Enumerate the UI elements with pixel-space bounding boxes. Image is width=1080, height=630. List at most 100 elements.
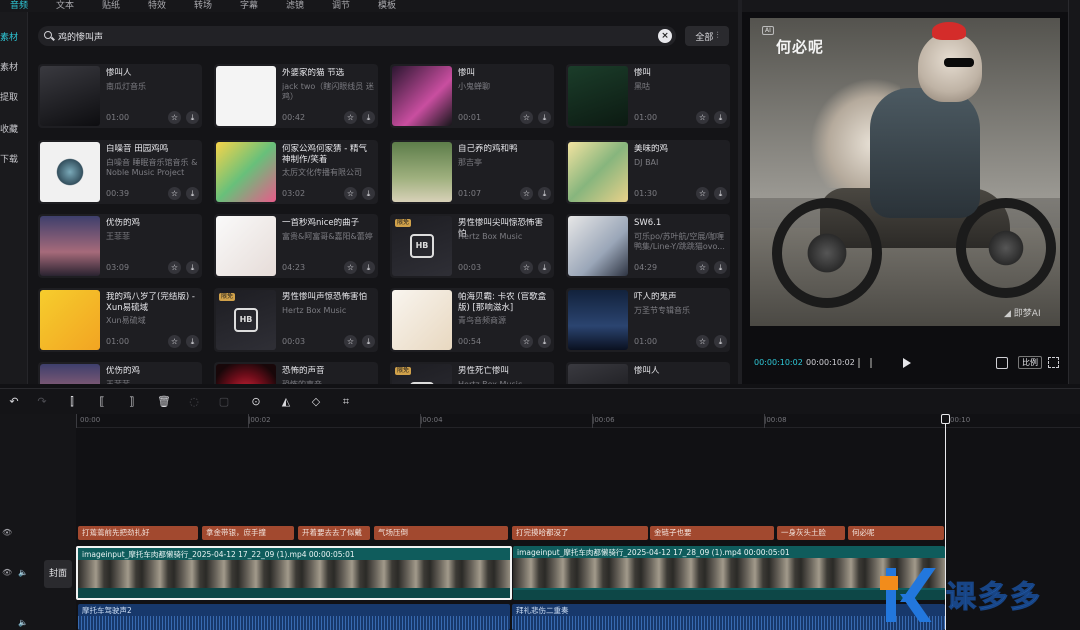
tab-adjust[interactable]: 调节: [330, 0, 376, 12]
freeze-icon[interactable]: ▢: [216, 394, 232, 410]
audio-card[interactable]: HB限免男性死亡惨叫Hertz Box Music☆⤓: [390, 362, 554, 384]
tab-stickers[interactable]: 贴纸: [100, 0, 146, 12]
favorite-star-icon[interactable]: ☆: [520, 335, 533, 348]
split-icon[interactable]: ⫿: [64, 394, 80, 410]
text-clip[interactable]: 打蔫蔫前先把劲扎好: [78, 526, 198, 540]
side-nav-item-material-2[interactable]: 素材: [0, 60, 28, 73]
download-icon[interactable]: ⤓: [538, 187, 551, 200]
text-clip[interactable]: 开着要去去了似戴: [298, 526, 370, 540]
side-nav-item-extract[interactable]: 提取: [0, 90, 28, 103]
audio-card[interactable]: HB 限免 男性惨叫声惊恐怖害怕 Hertz Box Music 00:03 ☆ ⤓: [214, 288, 378, 352]
audio-card[interactable]: 自己养的鸡和鸭 那吉亭 01:07 ☆ ⤓: [390, 140, 554, 204]
video-track-audio-icon[interactable]: 🔈: [18, 568, 28, 577]
favorite-star-icon[interactable]: ☆: [520, 187, 533, 200]
reverse-icon[interactable]: ⊙: [248, 394, 264, 410]
text-clip[interactable]: 金链子也要: [650, 526, 774, 540]
download-icon[interactable]: ⤓: [538, 111, 551, 124]
video-clip-1[interactable]: imageinput_摩托车肉都懒骑行_2025-04-12 17_22_09 …: [76, 546, 512, 600]
favorite-star-icon[interactable]: ☆: [696, 261, 709, 274]
favorite-star-icon[interactable]: ☆: [168, 187, 181, 200]
filter-button[interactable]: 全部 ⫶: [685, 26, 729, 46]
download-icon[interactable]: ⤓: [538, 261, 551, 274]
audio-card[interactable]: 我的鸡八岁了(完结版) - Xun易硫域 Xun易硫域 01:00 ☆ ⤓: [38, 288, 202, 352]
play-icon[interactable]: [903, 358, 911, 368]
download-icon[interactable]: ⤓: [714, 187, 727, 200]
audio-card[interactable]: 何家公鸡何家猜 - 精气神制作/笑着 太厉文化传播有限公司 03:02 ☆ ⤓: [214, 140, 378, 204]
fullscreen-icon[interactable]: [1048, 357, 1059, 368]
grid-icon[interactable]: [858, 358, 872, 368]
rotate-icon[interactable]: ◇: [308, 394, 324, 410]
download-icon[interactable]: ⤓: [362, 111, 375, 124]
text-clip[interactable]: 打完摸哈都没了: [512, 526, 648, 540]
cover-button[interactable]: 封面: [44, 560, 72, 588]
clear-icon[interactable]: ×: [658, 29, 672, 43]
download-icon[interactable]: ⤓: [186, 261, 199, 274]
redo-icon[interactable]: ↷: [34, 394, 50, 410]
marker-icon[interactable]: ◌: [186, 394, 202, 410]
tab-filters[interactable]: 滤镜: [284, 0, 330, 12]
playhead-handle[interactable]: [941, 414, 950, 424]
preview-video-frame[interactable]: AI 何必呢 ◢ 即梦AI: [750, 18, 1060, 326]
favorite-star-icon[interactable]: ☆: [168, 335, 181, 348]
download-icon[interactable]: ⤓: [714, 261, 727, 274]
text-clip[interactable]: 拿金带银，庶手撞: [202, 526, 294, 540]
favorite-star-icon[interactable]: ☆: [344, 261, 357, 274]
audio-track-audio-icon[interactable]: 🔈: [18, 618, 28, 627]
tab-transitions[interactable]: 转场: [192, 0, 238, 12]
audio-card[interactable]: 一首秒鸡nice的曲子 富贵&阿富哥&嘉阳&蕾婷 04:23 ☆ ⤓: [214, 214, 378, 278]
side-nav-item-favorites[interactable]: 收藏: [0, 122, 28, 135]
audio-card[interactable]: 吓人的鬼声 万圣节专辑音乐 01:00 ☆ ⤓: [566, 288, 730, 352]
favorite-star-icon[interactable]: ☆: [168, 111, 181, 124]
audio-card[interactable]: 外婆家的猫 节选 jack two（瞎闪眼线员 迷鸡） 00:42 ☆ ⤓: [214, 64, 378, 128]
audio-card[interactable]: 惨叫 小鬼蝉聊 00:01 ☆ ⤓: [390, 64, 554, 128]
audio-card[interactable]: 惨叫人 南瓜灯音乐 01:00 ☆ ⤓: [38, 64, 202, 128]
audio-card[interactable]: 惨叫人☆⤓: [566, 362, 730, 384]
audio-card[interactable]: 美味的鸡 DJ BAI 01:30 ☆ ⤓: [566, 140, 730, 204]
tab-effects[interactable]: 特效: [146, 0, 192, 12]
audio-clip-1[interactable]: 摩托车驾驶声2: [78, 604, 510, 630]
download-icon[interactable]: ⤓: [362, 335, 375, 348]
mirror-icon[interactable]: ◭: [278, 394, 294, 410]
tab-subtitles[interactable]: 字幕: [238, 0, 284, 12]
fit-screen-icon[interactable]: [996, 357, 1008, 369]
audio-card[interactable]: 优伤的鸡 王菲菲 03:09 ☆ ⤓: [38, 214, 202, 278]
delete-icon[interactable]: 🗑: [156, 394, 172, 410]
favorite-star-icon[interactable]: ☆: [344, 187, 357, 200]
undo-icon[interactable]: ↶: [6, 394, 22, 410]
audio-card[interactable]: HB 限免 男性惨叫尖叫惊恐怖害怕 Hertz Box Music 00:03 ☆ ⤓: [390, 214, 554, 278]
ratio-button[interactable]: 比例: [1018, 356, 1042, 369]
favorite-star-icon[interactable]: ☆: [520, 111, 533, 124]
download-icon[interactable]: ⤓: [186, 187, 199, 200]
download-icon[interactable]: ⤓: [714, 111, 727, 124]
audio-card[interactable]: 优伤的鸡王菲菲☆⤓: [38, 362, 202, 384]
video-track-eye-icon[interactable]: 👁: [2, 568, 12, 577]
text-clip[interactable]: 何必呢: [848, 526, 944, 540]
download-icon[interactable]: ⤓: [186, 111, 199, 124]
favorite-star-icon[interactable]: ☆: [696, 111, 709, 124]
favorite-star-icon[interactable]: ☆: [696, 187, 709, 200]
search-input[interactable]: [58, 31, 658, 41]
download-icon[interactable]: ⤓: [714, 335, 727, 348]
tab-text[interactable]: 文本: [54, 0, 100, 12]
audio-card[interactable]: 惨叫 黑咕 01:00 ☆ ⤓: [566, 64, 730, 128]
side-nav-item-downloads[interactable]: 下载: [0, 152, 28, 165]
crop-icon[interactable]: ⌗: [338, 394, 354, 410]
audio-card[interactable]: 帕海贝霸: 卡农 (官歌盒版) [那响滋水] 青鸟音频商源 00:54 ☆ ⤓: [390, 288, 554, 352]
download-icon[interactable]: ⤓: [362, 187, 375, 200]
favorite-star-icon[interactable]: ☆: [520, 261, 533, 274]
side-nav-item-material[interactable]: 素材: [0, 30, 28, 43]
split-right-icon[interactable]: ⟧: [124, 394, 140, 410]
audio-card[interactable]: SW6.1 可乐po/苏叶航/空展/咖喱鸭集/Line-Y/跳跳猫ovo... 04…: [566, 214, 730, 278]
audio-card[interactable]: 恐怖的声音恐怖的声音☆⤓: [214, 362, 378, 384]
text-track-eye-icon[interactable]: 👁: [2, 528, 12, 537]
favorite-star-icon[interactable]: ☆: [344, 335, 357, 348]
download-icon[interactable]: ⤓: [538, 335, 551, 348]
tab-audio[interactable]: 音频: [8, 0, 54, 12]
audio-card[interactable]: 白噪音 田园鸡鸣 白噪音 睡眠音乐馆音乐 & Noble Music Projec…: [38, 140, 202, 204]
text-clip[interactable]: 一身灰头土脸: [777, 526, 845, 540]
split-left-icon[interactable]: ⟦: [94, 394, 110, 410]
tab-templates[interactable]: 模板: [376, 0, 422, 12]
favorite-star-icon[interactable]: ☆: [168, 261, 181, 274]
text-clip[interactable]: 气场压倒: [374, 526, 508, 540]
download-icon[interactable]: ⤓: [362, 261, 375, 274]
